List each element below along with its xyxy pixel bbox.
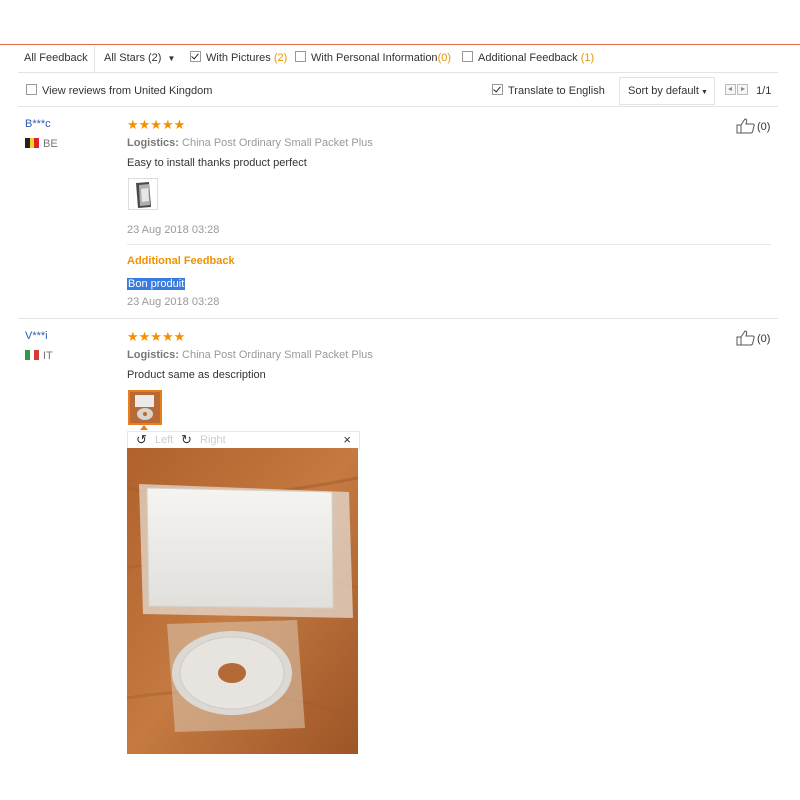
- review-photo-large: [127, 448, 358, 754]
- review-photo-thumbnail[interactable]: [128, 178, 158, 210]
- rotate-left-label[interactable]: Left: [155, 434, 173, 446]
- with-pictures-filter[interactable]: With Pictures (2): [190, 46, 287, 72]
- logistics-info: Logistics: China Post Ordinary Small Pac…: [127, 137, 373, 149]
- filter-bar: All Feedback All Stars (2) ▼ With Pictur…: [18, 46, 778, 73]
- checkbox[interactable]: [462, 51, 473, 62]
- personal-info-filter[interactable]: With Personal Information(0): [295, 46, 451, 72]
- additional-feedback-title: Additional Feedback: [127, 255, 235, 267]
- next-page-button[interactable]: [737, 84, 748, 95]
- reviewer-country: BE: [25, 138, 58, 150]
- rotate-right-icon[interactable]: ↻: [181, 433, 192, 447]
- viewer-pointer: [140, 425, 148, 430]
- rotate-right-label[interactable]: Right: [200, 434, 226, 446]
- view-from-country-filter[interactable]: View reviews from United Kingdom: [26, 78, 212, 104]
- rotate-left-icon[interactable]: ↺: [136, 433, 147, 447]
- checkbox-checked[interactable]: [492, 84, 503, 95]
- prev-page-button[interactable]: [725, 84, 736, 95]
- italy-flag-icon: [25, 350, 39, 360]
- reviewer-name[interactable]: V***i: [25, 330, 48, 342]
- reviewer-country: IT: [25, 350, 53, 362]
- review-item: V***i IT ★★★★★ Logistics: China Post Ord…: [18, 330, 778, 430]
- divider: [127, 244, 771, 245]
- star-rating: ★★★★★: [127, 329, 186, 344]
- additional-feedback-text: Bon produit: [127, 278, 186, 290]
- filter-bar-secondary: View reviews from United Kingdom Transla…: [18, 76, 778, 107]
- review-date: 23 Aug 2018 03:28: [127, 224, 220, 236]
- checkbox[interactable]: [26, 84, 37, 95]
- translate-toggle[interactable]: Translate to English: [492, 78, 605, 104]
- review-item: B***c BE ★★★★★ Logistics: China Post Ord…: [18, 118, 778, 318]
- review-photo-thumbnail-selected[interactable]: [128, 390, 162, 425]
- top-divider: [0, 44, 800, 45]
- like-button[interactable]: (0): [736, 118, 770, 134]
- logistics-info: Logistics: China Post Ordinary Small Pac…: [127, 349, 373, 361]
- close-icon[interactable]: ×: [343, 432, 351, 447]
- thumb-up-icon: [736, 118, 755, 134]
- thumb-up-icon: [736, 330, 755, 346]
- chevron-down-icon: ▼: [167, 54, 176, 63]
- additional-feedback-filter[interactable]: Additional Feedback (1): [462, 46, 594, 72]
- review-divider: [18, 318, 778, 319]
- checkbox[interactable]: [295, 51, 306, 62]
- chevron-down-icon: ▼: [700, 89, 708, 96]
- sort-dropdown[interactable]: Sort by default ▼: [619, 77, 715, 105]
- belgium-flag-icon: [25, 138, 39, 148]
- all-feedback-tab[interactable]: All Feedback: [18, 46, 95, 72]
- like-button[interactable]: (0): [736, 330, 770, 346]
- reviewer-name[interactable]: B***c: [25, 118, 51, 130]
- star-rating: ★★★★★: [127, 117, 186, 132]
- review-text: Easy to install thanks product perfect: [127, 157, 307, 169]
- checkbox-checked[interactable]: [190, 51, 201, 62]
- pagination: 1/1: [725, 78, 771, 104]
- all-stars-dropdown[interactable]: All Stars (2) ▼: [98, 46, 181, 72]
- additional-feedback-date: 23 Aug 2018 03:28: [127, 296, 220, 308]
- review-text: Product same as description: [127, 369, 266, 381]
- page-indicator: 1/1: [756, 85, 772, 97]
